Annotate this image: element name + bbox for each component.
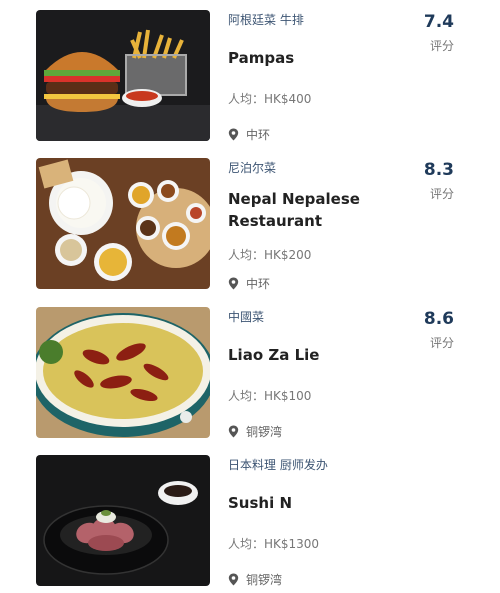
restaurant-card-nepal-nepalese[interactable]: 尼泊尔菜 Nepal Nepalese Restaurant 人均：HK$200… [0,158,500,291]
restaurant-name[interactable]: Pampas [228,47,294,69]
location: 中环 [228,126,270,143]
rating-label: 评分 [429,336,454,350]
average-price: 人均：HK$100 [228,389,312,403]
restaurant-name[interactable]: Nepal Nepalese Restaurant [228,188,360,232]
location: 铜锣湾 [228,571,282,588]
rating-label: 评分 [429,39,454,53]
cuisine-tags: 阿根廷菜 牛排 [228,13,304,27]
map-pin-icon [228,573,239,586]
burger-and-fries-image [36,10,210,141]
location-text: 中环 [246,128,271,142]
map-pin-icon [228,128,239,141]
rating-score: 7.4 [423,12,454,32]
restaurant-list: 阿根廷菜 牛排 Pampas 人均：HK$400 中环 7.4 评分 尼泊尔菜 … [0,0,500,593]
location: 铜锣湾 [228,423,282,440]
restaurant-photo[interactable] [36,158,210,289]
restaurant-photo[interactable] [36,307,210,438]
restaurant-card-liao-za-lie[interactable]: 中國菜 Liao Za Lie 人均：HK$100 铜锣湾 8.6 评分 [0,307,500,440]
spicy-fish-bowl-image [36,307,210,438]
rating-label: 评分 [429,187,454,201]
average-price: 人均：HK$400 [228,92,312,106]
nepalese-platter-image [36,158,210,289]
restaurant-name-line: Nepal Nepalese [228,190,360,208]
restaurant-name[interactable]: Sushi N [228,492,292,514]
cuisine-tags: 日本料理 厨师发办 [228,458,328,472]
restaurant-name-line: Restaurant [228,212,322,230]
rating-score: 8.6 [423,309,454,329]
cuisine-tags: 尼泊尔菜 [228,161,277,175]
restaurant-photo[interactable] [36,10,210,141]
restaurant-card-sushi-n[interactable]: 日本料理 厨师发办 Sushi N 人均：HK$1300 铜锣湾 [0,455,500,588]
location-text: 铜锣湾 [246,425,283,439]
map-pin-icon [228,425,239,438]
restaurant-photo[interactable] [36,455,210,586]
location-text: 中环 [246,277,271,291]
cuisine-tags: 中國菜 [228,310,265,324]
restaurant-name[interactable]: Liao Za Lie [228,344,319,366]
beef-rice-bowl-image [36,455,210,586]
rating-score: 8.3 [423,160,454,180]
average-price: 人均：HK$200 [228,248,312,262]
restaurant-card-pampas[interactable]: 阿根廷菜 牛排 Pampas 人均：HK$400 中环 7.4 评分 [0,10,500,143]
location: 中环 [228,275,270,292]
map-pin-icon [228,277,239,290]
location-text: 铜锣湾 [246,573,283,587]
average-price: 人均：HK$1300 [228,537,320,551]
